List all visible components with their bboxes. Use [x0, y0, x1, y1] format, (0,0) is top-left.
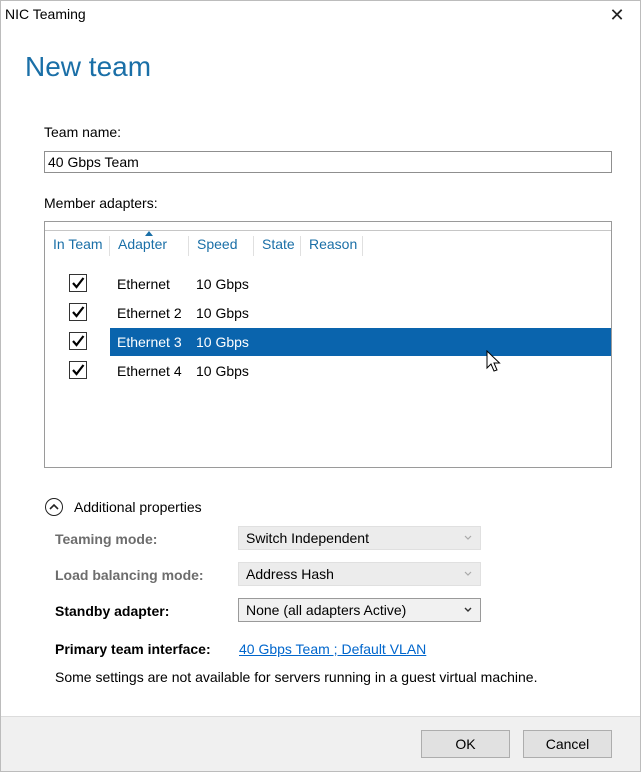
collapse-chevron-icon	[45, 498, 63, 516]
chevron-down-icon	[464, 571, 472, 576]
member-adapters-label: Member adapters:	[44, 195, 158, 211]
column-header-reason[interactable]: Reason	[301, 236, 363, 256]
close-button[interactable]: ✕	[594, 1, 640, 31]
standby-adapter-value: None (all adapters Active)	[246, 602, 407, 618]
teaming-mode-label: Teaming mode:	[55, 531, 158, 547]
teaming-mode-select: Switch Independent	[238, 526, 481, 550]
adapter-row-selected[interactable]: Ethernet 3 10 Gbps	[45, 328, 611, 356]
chevron-down-icon	[464, 607, 472, 612]
page-title: New team	[25, 51, 152, 82]
adapter-name: Ethernet 2	[117, 305, 182, 321]
row-highlight	[110, 299, 611, 327]
column-header-state[interactable]: State	[254, 236, 301, 256]
standby-adapter-select[interactable]: None (all adapters Active)	[238, 598, 481, 622]
ok-button[interactable]: OK	[421, 730, 510, 758]
adapter-speed: 10 Gbps	[196, 363, 249, 379]
load-balancing-mode-label: Load balancing mode:	[55, 567, 204, 583]
adapter-speed: 10 Gbps	[196, 334, 249, 350]
checkmark-icon	[72, 364, 85, 376]
in-team-checkbox[interactable]	[69, 332, 87, 350]
adapter-speed: 10 Gbps	[196, 276, 249, 292]
checkmark-icon	[72, 306, 85, 318]
standby-adapter-label: Standby adapter:	[55, 603, 170, 619]
window-title: NIC Teaming	[5, 6, 86, 22]
cancel-button[interactable]: Cancel	[523, 730, 612, 758]
load-balancing-mode-value: Address Hash	[246, 566, 334, 582]
member-adapters-list: In Team Adapter Speed State Reason Ether…	[44, 221, 612, 468]
nic-teaming-dialog: NIC Teaming ✕ New team Team name: Member…	[0, 0, 641, 772]
additional-properties-label: Additional properties	[74, 499, 202, 515]
row-highlight	[110, 357, 611, 385]
load-balancing-mode-select: Address Hash	[238, 562, 481, 586]
in-team-checkbox[interactable]	[69, 303, 87, 321]
row-highlight	[110, 270, 611, 298]
team-name-input[interactable]	[44, 151, 612, 173]
column-header-speed[interactable]: Speed	[189, 236, 254, 256]
adapter-speed: 10 Gbps	[196, 305, 249, 321]
checkmark-icon	[72, 277, 85, 289]
column-header-adapter[interactable]: Adapter	[110, 236, 189, 256]
dialog-footer: OK Cancel	[1, 716, 640, 771]
primary-team-interface-link[interactable]: 40 Gbps Team ; Default VLAN	[239, 641, 426, 657]
adapter-name: Ethernet 3	[117, 334, 182, 350]
adapter-name: Ethernet 4	[117, 363, 182, 379]
checkmark-icon	[72, 335, 85, 347]
column-header-in-team[interactable]: In Team	[45, 236, 110, 256]
primary-team-interface-label: Primary team interface:	[55, 641, 211, 657]
adapter-row[interactable]: Ethernet 10 Gbps	[45, 270, 611, 298]
adapter-row[interactable]: Ethernet 4 10 Gbps	[45, 357, 611, 385]
team-name-label: Team name:	[44, 124, 122, 140]
mouse-pointer-icon	[486, 350, 501, 372]
in-team-checkbox[interactable]	[69, 361, 87, 379]
in-team-checkbox[interactable]	[69, 274, 87, 292]
list-top-divider	[45, 222, 611, 231]
title-bar: NIC Teaming ✕	[1, 1, 640, 31]
chevron-down-icon	[464, 535, 472, 540]
teaming-mode-value: Switch Independent	[246, 530, 369, 546]
adapter-row[interactable]: Ethernet 2 10 Gbps	[45, 299, 611, 327]
guest-vm-note: Some settings are not available for serv…	[55, 669, 538, 685]
row-highlight	[110, 328, 611, 356]
adapter-name: Ethernet	[117, 276, 170, 292]
close-icon: ✕	[609, 5, 625, 25]
